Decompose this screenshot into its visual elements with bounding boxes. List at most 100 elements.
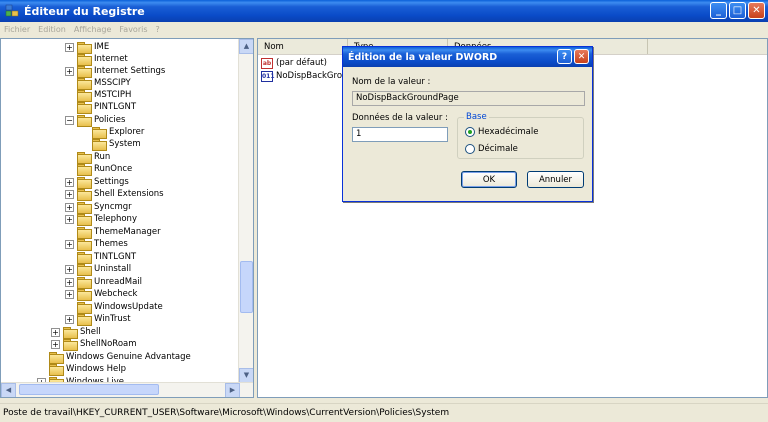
scrollbar-thumb[interactable] — [19, 384, 159, 395]
collapse-icon[interactable]: − — [65, 115, 74, 125]
dword-value-icon: 011 — [261, 70, 275, 82]
expand-icon[interactable]: + — [65, 214, 74, 224]
value-data-input[interactable]: 1 — [352, 127, 448, 142]
base-label: Base — [464, 112, 489, 122]
dec-option[interactable]: Décimale — [465, 144, 518, 154]
tree-item[interactable]: + Shell — [51, 326, 101, 339]
tree-item[interactable]: ThemeManager — [65, 226, 161, 239]
scroll-down-icon[interactable]: ▼ — [239, 368, 253, 383]
tree-item[interactable]: + Webcheck — [65, 288, 137, 301]
scroll-left-icon[interactable]: ◀ — [1, 383, 16, 397]
minimize-button[interactable]: _ — [710, 2, 727, 19]
help-button[interactable]: ? — [557, 49, 572, 64]
tree-item[interactable]: + Settings — [65, 176, 129, 189]
expand-icon[interactable]: + — [65, 177, 74, 187]
tree-item[interactable]: + IME — [65, 41, 109, 54]
tree-item[interactable]: Explorer — [92, 126, 144, 139]
tree-item[interactable]: + UnreadMail — [65, 276, 142, 289]
folder-icon — [77, 41, 92, 54]
tree-item[interactable]: + WinTrust — [65, 313, 131, 326]
folder-icon — [49, 363, 64, 376]
folder-icon — [77, 226, 92, 239]
tree-item[interactable]: + Syncmgr — [65, 201, 132, 214]
folder-icon — [49, 351, 64, 364]
tree-item[interactable]: + Internet Settings — [65, 65, 165, 78]
status-bar: Poste de travail\HKEY_CURRENT_USER\Softw… — [0, 403, 768, 422]
tree-item[interactable]: WindowsUpdate — [65, 301, 163, 314]
regedit-icon — [5, 4, 19, 17]
maximize-button[interactable]: □ — [729, 2, 746, 19]
expand-icon[interactable]: + — [51, 339, 60, 349]
window-title: Éditeur du Registre — [24, 4, 145, 18]
value-data-label: Données de la valeur : — [352, 113, 448, 123]
tree-item[interactable]: + Shell Extensions — [65, 188, 164, 201]
folder-icon — [77, 53, 92, 66]
list-item[interactable]: 011 NoDispBackGroun — [261, 70, 353, 82]
tree-item[interactable]: + ShellNoRoam — [51, 338, 137, 351]
scroll-up-icon[interactable]: ▲ — [239, 39, 253, 54]
tree-item[interactable]: MSTCIPH — [65, 89, 131, 102]
folder-icon — [77, 65, 92, 78]
tree-item[interactable]: + Telephony — [65, 213, 137, 226]
expand-icon[interactable]: + — [65, 189, 74, 199]
tree-horizontal-scrollbar[interactable]: ◀ ▶ — [1, 382, 253, 397]
folder-icon — [77, 176, 92, 189]
expand-icon[interactable]: + — [65, 314, 74, 324]
expand-icon[interactable]: + — [65, 264, 74, 274]
tree-item[interactable]: TINTLGNT — [65, 251, 136, 264]
expand-icon[interactable]: + — [51, 327, 60, 337]
folder-icon — [77, 238, 92, 251]
folder-icon — [77, 213, 92, 226]
expand-icon[interactable]: + — [65, 202, 74, 212]
folder-icon — [77, 301, 92, 314]
tree-item[interactable]: + Uninstall — [65, 263, 131, 276]
tree-item[interactable]: MSSCIPY — [65, 77, 131, 90]
title-bar: Éditeur du Registre _ □ ✕ — [0, 0, 768, 22]
tree-item[interactable]: RunOnce — [65, 163, 132, 176]
expand-icon[interactable]: + — [65, 42, 74, 52]
dec-radio[interactable] — [465, 144, 475, 154]
menu-affichage[interactable]: Affichage — [74, 25, 112, 34]
folder-icon — [77, 101, 92, 114]
folder-icon — [77, 89, 92, 102]
expand-icon[interactable]: + — [65, 239, 74, 249]
tree-item-selected[interactable]: System — [92, 138, 141, 151]
tree-item[interactable]: Windows Help — [37, 363, 126, 376]
menu-edition[interactable]: Edition — [38, 25, 66, 34]
list-item[interactable]: ab (par défaut) — [261, 57, 327, 69]
menu-fichier[interactable]: Fichier — [4, 25, 30, 34]
folder-icon — [77, 251, 92, 264]
registry-tree[interactable]: + IME Internet + Internet Settings MSSCI… — [0, 38, 254, 398]
tree-item[interactable]: Windows Genuine Advantage — [37, 351, 191, 364]
tree-item[interactable]: Run — [65, 151, 110, 164]
cancel-button[interactable]: Annuler — [527, 171, 584, 188]
tree-item[interactable]: + Themes — [65, 238, 128, 251]
dialog-close-button[interactable]: ✕ — [574, 49, 589, 64]
folder-open-icon — [92, 138, 107, 151]
folder-icon — [77, 201, 92, 214]
scrollbar-thumb[interactable] — [240, 261, 253, 313]
scroll-right-icon[interactable]: ▶ — [225, 383, 240, 397]
hex-radio[interactable] — [465, 127, 475, 137]
close-button[interactable]: ✕ — [748, 2, 765, 19]
column-name[interactable]: Nom — [258, 39, 348, 54]
tree-item[interactable]: PINTLGNT — [65, 101, 136, 114]
expand-icon[interactable]: + — [65, 277, 74, 287]
tree-vertical-scrollbar[interactable]: ▲ ▼ — [238, 39, 253, 383]
ok-button[interactable]: OK — [461, 171, 517, 188]
expand-icon[interactable]: + — [65, 289, 74, 299]
hex-option[interactable]: Hexadécimale — [465, 127, 538, 137]
value-name-label: Nom de la valeur : — [352, 77, 431, 87]
tree-item[interactable]: − Policies — [65, 114, 125, 127]
menu-favoris[interactable]: Favoris — [119, 25, 147, 34]
folder-icon — [77, 313, 92, 326]
menu-help[interactable]: ? — [156, 25, 160, 34]
folder-open-icon — [77, 114, 92, 127]
base-groupbox: Base Hexadécimale Décimale — [457, 112, 584, 159]
value-name-field: NoDispBackGroundPage — [352, 91, 585, 106]
folder-icon — [63, 326, 78, 339]
edit-dword-dialog: Édition de la valeur DWORD ? ✕ Nom de la… — [342, 46, 593, 202]
tree-item[interactable]: Internet — [65, 53, 128, 66]
folder-icon — [77, 276, 92, 289]
expand-icon[interactable]: + — [65, 66, 74, 76]
